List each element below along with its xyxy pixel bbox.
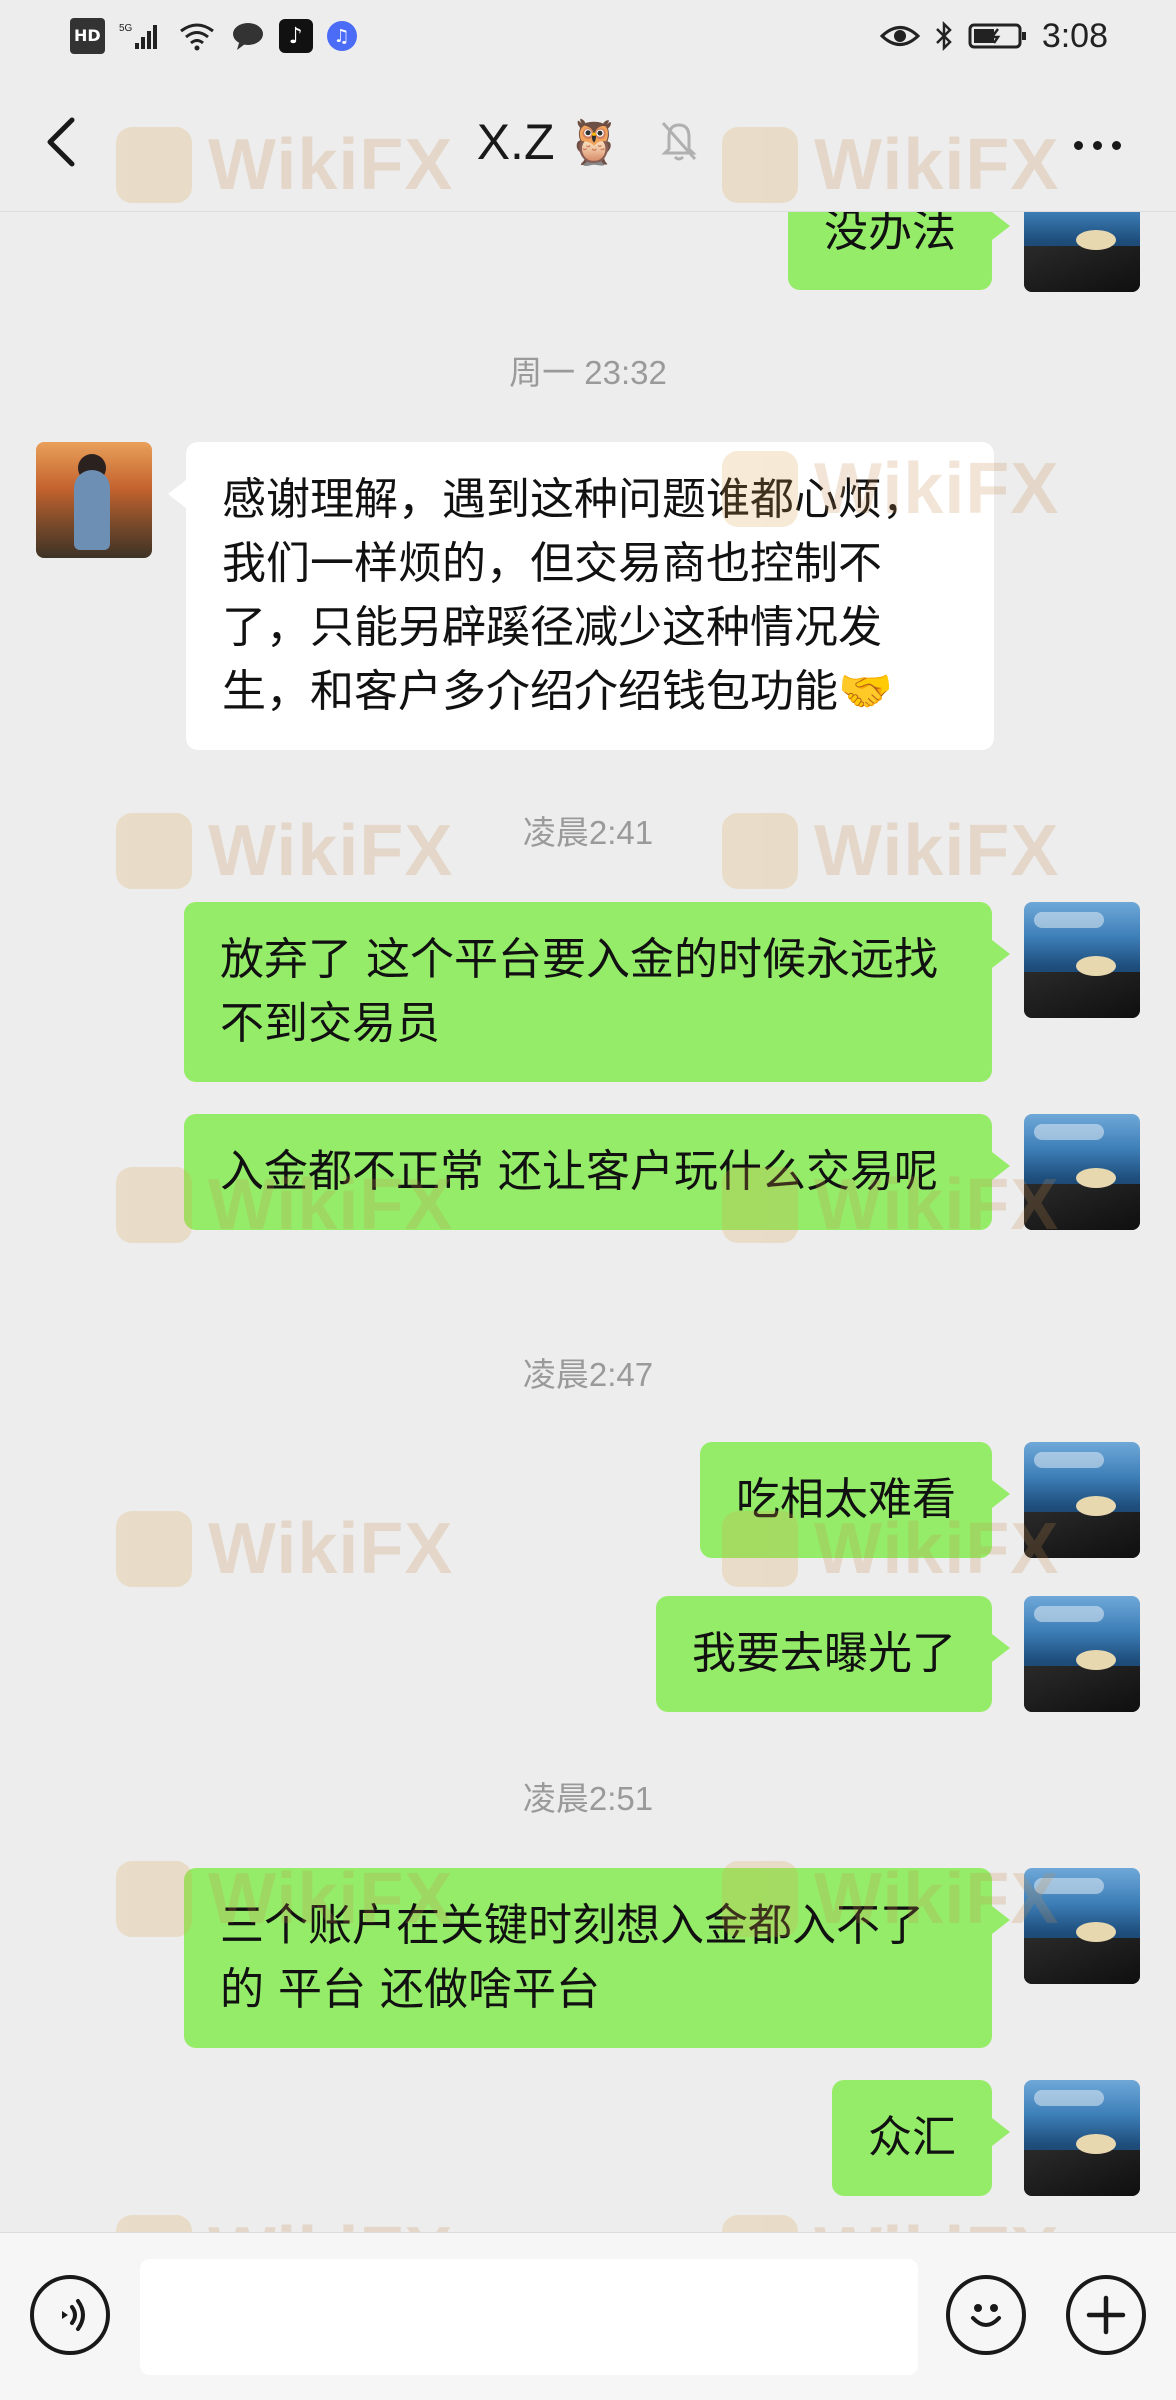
self-avatar[interactable] [1024,2080,1140,2196]
chat-notification-icon [231,18,265,54]
self-message-bubble[interactable]: 入金都不正常 还让客户玩什么交易呢 [184,1114,1010,1230]
more-icon-dot [1073,140,1083,150]
voice-button[interactable] [30,2275,110,2355]
timestamp: 凌晨2:51 [522,1780,654,1817]
eye-icon [879,18,920,54]
bluetooth-icon [934,18,954,54]
emoji-button[interactable] [946,2275,1026,2355]
owl-emoji: 🦉 [566,116,622,168]
title-wrap: X.Z 🦉 [477,113,700,171]
contact-message-bubble[interactable]: 感谢理解，遇到这种问题谁都心烦，我们一样烦的，但交易商也控制不了，只能另辟蹊径减… [168,442,994,750]
self-avatar[interactable] [1024,212,1140,292]
mute-bell-icon [659,119,699,165]
status-right: 3:08 [879,16,1108,56]
battery-icon [968,18,1028,54]
message-input[interactable] [140,2259,918,2375]
back-button[interactable] [36,112,86,172]
hd-badge: HD [70,18,105,54]
status-bar: HD 5G ♪ ♫ 3:08 [0,0,1176,72]
timestamp: 凌晨2:47 [522,1356,654,1393]
self-message-bubble[interactable]: 吃相太难看 [700,1442,1010,1558]
status-left: HD 5G ♪ ♫ [70,18,357,54]
self-message-bubble[interactable]: 放弃了 这个平台要入金的时候永远找不到交易员 [184,902,1010,1082]
plus-icon [1086,2295,1126,2335]
svg-text:5G: 5G [119,23,133,34]
signal-icon: 5G [119,18,163,54]
self-avatar[interactable] [1024,1596,1140,1712]
back-icon [47,117,75,167]
emoji-icon [971,2304,1001,2327]
self-message-bubble[interactable]: 没办法 [788,212,1010,290]
more-button[interactable] [1062,120,1132,170]
voice-icon [62,2299,85,2331]
self-avatar[interactable] [1024,1114,1140,1230]
plus-button[interactable] [1066,2275,1146,2355]
self-avatar[interactable] [1024,902,1140,1018]
contact-avatar[interactable] [36,442,152,558]
wifi-icon [177,18,217,54]
self-avatar[interactable] [1024,1868,1140,1984]
self-avatar[interactable] [1024,1442,1140,1558]
message-list[interactable]: 没办法 周一 23:32 感谢理解，遇到这种问题谁都心烦，我们一样烦的，但交易商… [0,212,1176,2232]
timestamp: 凌晨2:41 [522,814,654,851]
more-icon-dot [1092,140,1102,150]
self-message-bubble[interactable]: 三个账户在关键时刻想入金都入不了的 平台 还做啥平台 [184,1868,1010,2048]
music-app-icon: ♫ [326,21,357,51]
input-bar [0,2232,1176,2400]
self-message-bubble[interactable]: 我要去曝光了 [656,1596,1010,1712]
chat-title: X.Z [476,113,555,170]
more-icon-dot [1111,140,1121,150]
tiktok-icon: ♪ [278,19,313,53]
chat-header: X.Z 🦉 [0,72,1176,212]
self-message-bubble[interactable]: 众汇 [832,2080,1010,2196]
clock: 3:08 [1041,16,1108,55]
timestamp: 周一 23:32 [509,354,667,391]
